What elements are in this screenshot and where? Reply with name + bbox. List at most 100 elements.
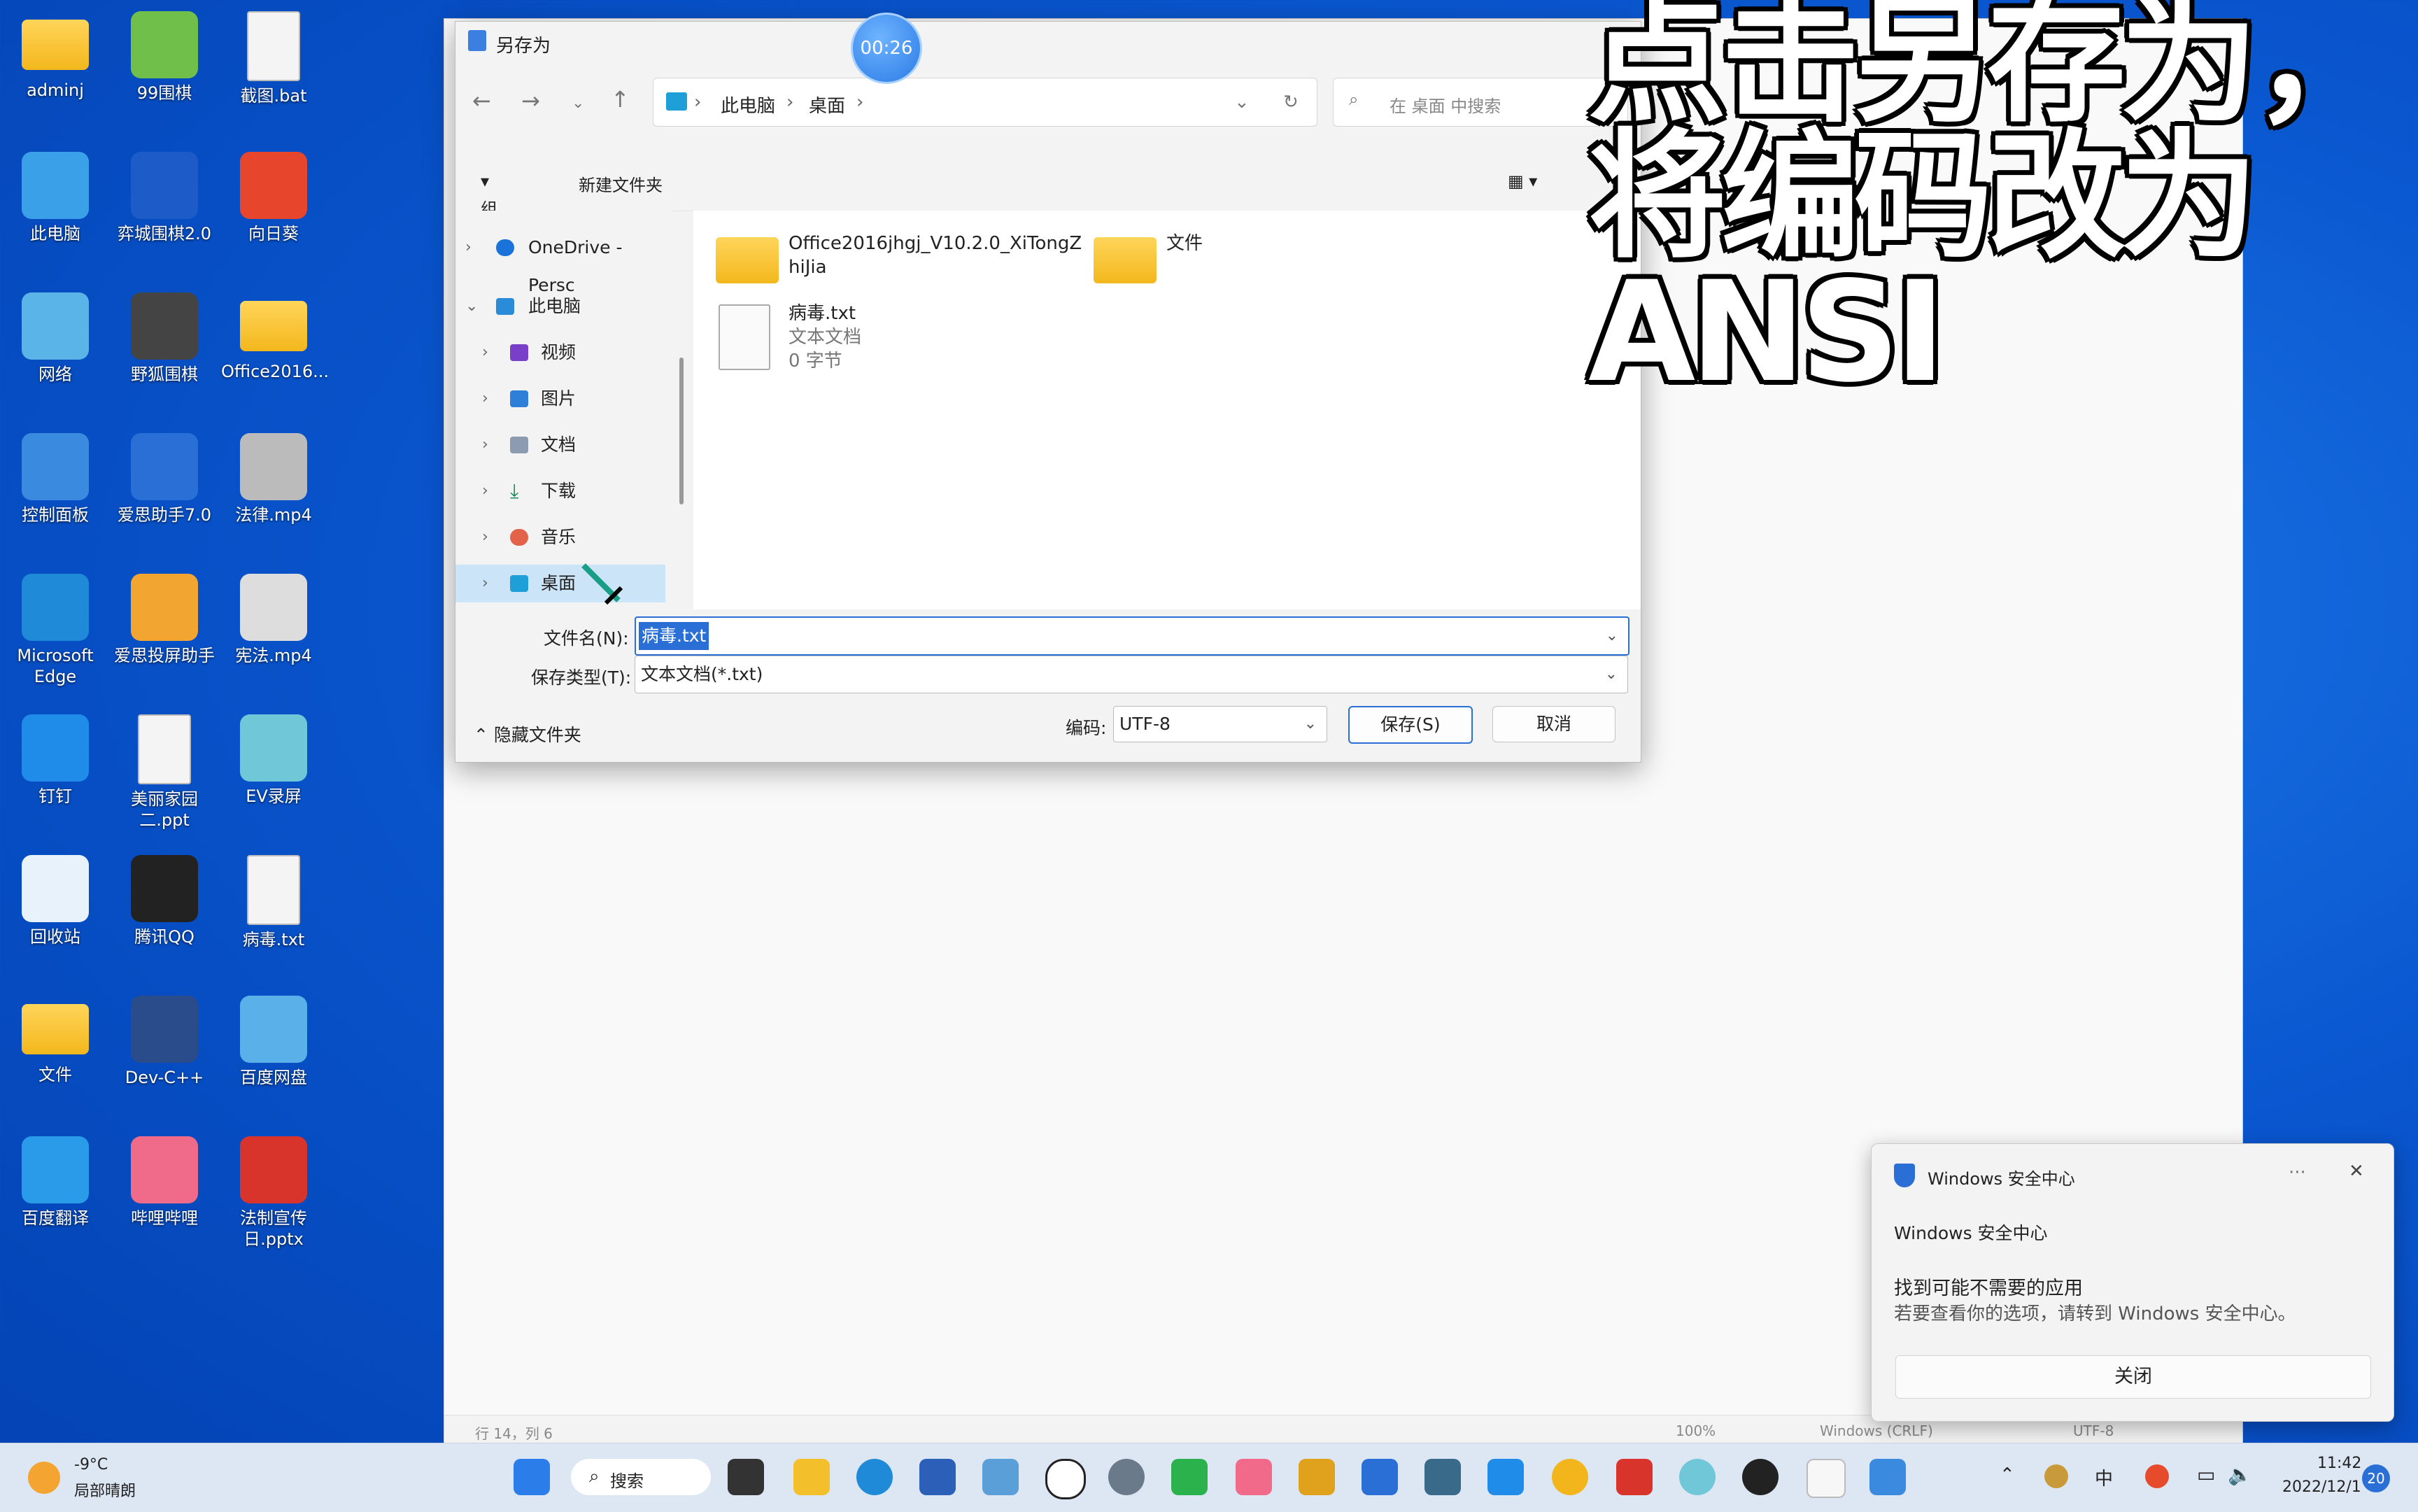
nav-videos[interactable]: › 视频 [455, 334, 665, 372]
hide-folders-toggle[interactable]: ⌃ 隐藏文件夹 [474, 721, 581, 747]
desktop-icon-item[interactable]: 爱思助手7.0 [112, 433, 217, 525]
desktop-icon-item[interactable]: 法律.mp4 [221, 433, 326, 525]
desktop-icon-item[interactable]: 弈城围棋2.0 [112, 152, 217, 244]
tray-app-icon[interactable] [2044, 1464, 2068, 1488]
nav-scrollbar[interactable] [679, 358, 684, 504]
weather-icon[interactable] [28, 1462, 60, 1494]
wechat-icon[interactable] [1171, 1459, 1208, 1495]
app-icon[interactable] [1616, 1459, 1653, 1495]
desktop-icon-item[interactable]: 哔哩哔哩 [112, 1136, 217, 1229]
ime-indicator[interactable]: 中 [2095, 1464, 2113, 1490]
organize-button[interactable]: 组织 ▾ [481, 171, 497, 243]
file-name: 病毒.txt 文本文档 0 字节 [789, 303, 862, 372]
desktop-icon-item[interactable]: 文件 [3, 996, 108, 1085]
desktop-icon-item[interactable]: Dev-C++ [112, 996, 217, 1088]
nav-downloads[interactable]: › ⤓ 下载 [455, 472, 665, 510]
edge-icon[interactable] [856, 1459, 893, 1495]
file-item-txt[interactable]: 病毒.txt 文本文档 0 字节 [716, 302, 926, 379]
weather-desc[interactable]: 局部晴朗 [74, 1478, 136, 1501]
clock-time[interactable]: 11:42 [2317, 1455, 2361, 1472]
up-arrow-icon[interactable]: ↑ [611, 86, 630, 113]
desktop-icon-item[interactable]: 向日葵 [221, 152, 326, 244]
breadcrumb-desktop[interactable]: 桌面 [809, 92, 845, 118]
ev-recorder-icon[interactable] [1679, 1459, 1716, 1495]
text-file-icon[interactable] [1807, 1459, 1846, 1498]
nav-documents[interactable]: › 文档 [455, 426, 665, 464]
notepad-icon[interactable] [1869, 1459, 1906, 1495]
file-explorer-icon[interactable] [793, 1459, 830, 1495]
desktop-icon-item[interactable]: 百度翻译 [3, 1136, 108, 1229]
desktop-icon-item[interactable]: 99围棋 [112, 11, 217, 104]
nav-this-pc[interactable]: ⌄ 此电脑 [455, 288, 665, 325]
dell-icon[interactable] [1045, 1459, 1086, 1499]
desktop-icon-item[interactable]: 网络 [3, 292, 108, 385]
app-icon[interactable] [1362, 1459, 1398, 1495]
nav-onedrive[interactable]: › OneDrive - Persc [455, 229, 665, 295]
nav-music[interactable]: › 音乐 [455, 518, 665, 556]
desktop-icon-item[interactable]: 截图.bat [221, 11, 326, 106]
chevron-down-icon[interactable]: ⌄ [1605, 656, 1618, 693]
desktop-icon-item[interactable]: EV录屏 [221, 714, 326, 807]
view-options-icon[interactable]: ▦ ▾ [1508, 171, 1537, 191]
toast-more-icon[interactable]: ··· [2289, 1162, 2306, 1183]
desktop-icon-label: 弈城围棋2.0 [117, 224, 212, 243]
save-button[interactable]: 保存(S) [1348, 706, 1473, 744]
desktop-icon-item[interactable]: Microsoft Edge [3, 574, 108, 687]
settings-gear-icon[interactable] [1108, 1459, 1145, 1495]
desktop-icon-item[interactable]: 野狐围棋 [112, 292, 217, 385]
chevron-up-icon[interactable]: ⌃ [2000, 1464, 2015, 1485]
desktop-icon-item[interactable]: Office2016... [221, 292, 329, 382]
desktop-icon-item[interactable]: 腾讯QQ [112, 855, 217, 947]
address-dropdown-icon[interactable]: ⌄ [1234, 92, 1250, 113]
desktop-icon-item[interactable]: 宪法.mp4 [221, 574, 326, 666]
search-button[interactable]: 搜索 ⌕ [571, 1459, 711, 1495]
cancel-button[interactable]: 取消 [1492, 706, 1615, 742]
notification-badge[interactable]: 20 [2362, 1464, 2390, 1492]
folder-item-wenjian[interactable]: 文件 [1094, 232, 1233, 295]
volume-icon[interactable]: 🔈 [2228, 1463, 2252, 1486]
toast-close-button[interactable]: 关闭 [1895, 1355, 2371, 1399]
dingtalk-icon[interactable] [1487, 1459, 1524, 1495]
weather-temp[interactable]: -9°C [74, 1456, 108, 1474]
start-icon[interactable] [514, 1459, 550, 1495]
desktop-icon-item[interactable]: 钉钉 [3, 714, 108, 807]
qq-icon[interactable] [1742, 1459, 1779, 1495]
chevron-down-icon[interactable]: ⌄ [1304, 707, 1317, 742]
address-bar[interactable]: › 此电脑 › 桌面 › ⌄ ↻ [653, 78, 1317, 127]
desktop-icon-item[interactable]: 此电脑 [3, 152, 108, 244]
filetype-select[interactable]: 文本文档(*.txt) ⌄ [635, 656, 1628, 693]
desktop-icon-item[interactable]: 爱思投屏助手 [112, 574, 217, 666]
recent-chevron-icon[interactable]: ⌄ [572, 94, 584, 112]
filename-input[interactable]: 病毒.txt ⌄ [635, 616, 1629, 656]
forward-arrow-icon[interactable]: → [521, 87, 540, 114]
desktop-icon-item[interactable]: 百度网盘 [221, 996, 326, 1088]
task-view-icon[interactable] [728, 1459, 764, 1495]
bilibili-icon[interactable] [1236, 1459, 1272, 1495]
new-folder-button[interactable]: 新建文件夹 [579, 171, 663, 196]
app-icon[interactable] [1552, 1459, 1588, 1495]
back-arrow-icon[interactable]: ← [472, 87, 491, 114]
app-icon [22, 574, 89, 641]
clock-date[interactable]: 2022/12/1 [2282, 1478, 2361, 1496]
breadcrumb-this-pc[interactable]: 此电脑 [721, 92, 775, 118]
encoding-select[interactable]: UTF-8 ⌄ [1113, 706, 1327, 742]
nav-pictures[interactable]: › 图片 [455, 380, 665, 418]
desktop-icon-item[interactable]: 回收站 [3, 855, 108, 947]
sogou-icon[interactable] [2145, 1464, 2169, 1488]
desktop-icon-item[interactable]: 法制宣传日.pptx [221, 1136, 326, 1250]
desktop-icon-item[interactable]: 病毒.txt [221, 855, 326, 950]
control-panel-icon[interactable] [982, 1459, 1019, 1495]
toast-close-icon[interactable]: ✕ [2349, 1161, 2364, 1182]
desktop-icon-item[interactable]: adminj [3, 11, 108, 101]
network-icon[interactable]: ▭ [2197, 1463, 2215, 1486]
app-icon[interactable] [1424, 1459, 1461, 1495]
desktop-icon-item[interactable]: 控制面板 [3, 433, 108, 525]
chevron-down-icon[interactable]: ⌄ [1606, 618, 1618, 654]
search-input[interactable]: ⌕ 在 桌面 中搜索 [1333, 78, 1628, 127]
store-icon[interactable] [919, 1459, 956, 1495]
folder-item-office[interactable]: Office2016jhgj_V10.2.0_XiTongZ hiJia [716, 232, 1082, 295]
desktop-icon-item[interactable]: 美丽家园二.ppt [112, 714, 217, 831]
nav-desktop[interactable]: › 桌面 [455, 565, 665, 602]
refresh-icon[interactable]: ↻ [1283, 92, 1299, 113]
app-icon[interactable] [1299, 1459, 1335, 1495]
